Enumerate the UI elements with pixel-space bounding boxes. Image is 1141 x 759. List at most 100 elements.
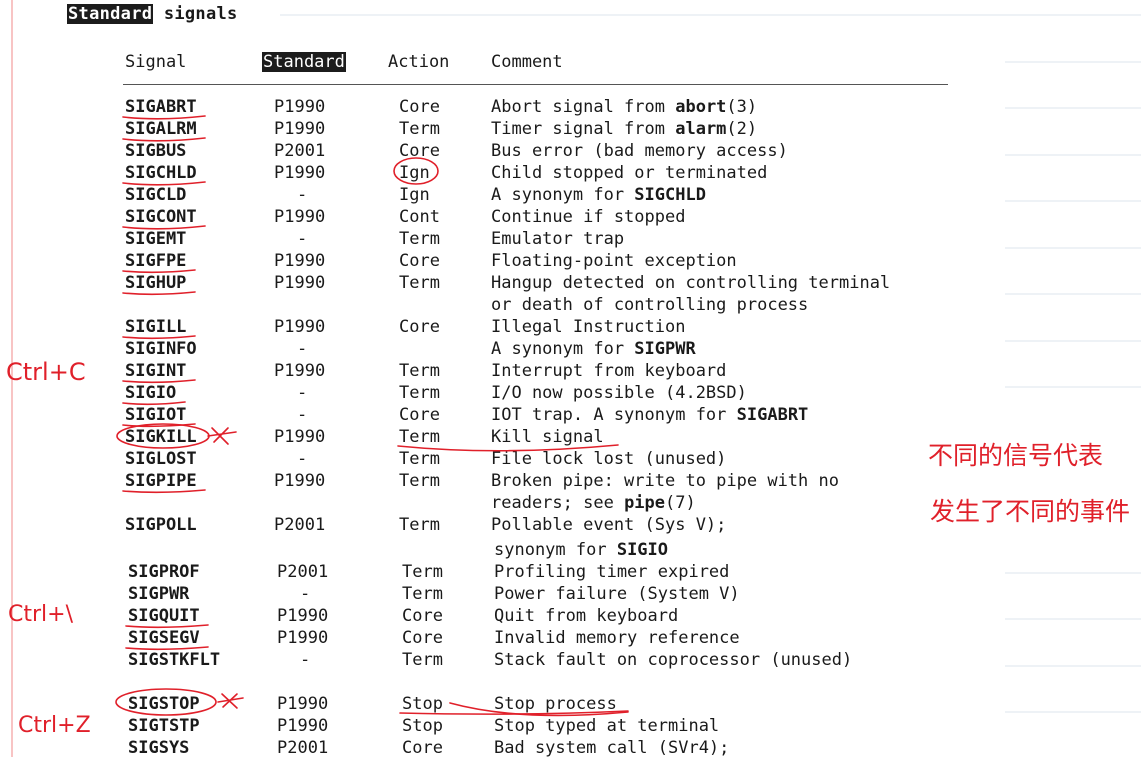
comment-text: (2) <box>726 119 758 139</box>
signal-comment: readers; see pipe(7) <box>491 492 696 514</box>
comment-text: Power failure (System V) <box>494 584 740 604</box>
signal-action: Stop <box>402 694 443 714</box>
signal-comment: Profiling timer expired <box>494 561 729 583</box>
signal-comment: Illegal Instruction <box>491 316 685 338</box>
signal-action: Term <box>399 383 440 403</box>
signal-comment: File lock lost (unused) <box>491 448 726 470</box>
signal-comment: Stack fault on coprocessor (unused) <box>494 649 852 671</box>
section-heading: Standard signals <box>67 4 238 24</box>
heading-highlight: Standard <box>67 4 154 24</box>
signal-action: Term <box>402 650 443 670</box>
signal-name: SIGEMT <box>125 229 187 249</box>
signal-comment: Stop typed at terminal <box>494 715 719 737</box>
comment-text: Kill signal <box>491 427 604 447</box>
signal-comment: or death of controlling process <box>491 294 808 316</box>
signal-comment: Broken pipe: write to pipe with no <box>491 470 839 492</box>
header-divider <box>123 84 948 85</box>
signal-action: Term <box>399 361 440 381</box>
signal-comment: Floating-point exception <box>491 250 737 272</box>
signal-name: SIGSTOP <box>128 694 200 714</box>
signal-action: Term <box>399 273 440 293</box>
signal-standard: - <box>297 185 308 205</box>
comment-text: Child stopped or terminated <box>491 163 768 183</box>
signal-standard: P2001 <box>277 738 329 758</box>
comment-text: (3) <box>726 97 758 117</box>
comment-text: (7) <box>665 493 696 513</box>
signal-name: SIGPROF <box>128 562 200 582</box>
comment-bold-ref: SIGABRT <box>736 405 809 425</box>
signal-action: Term <box>399 119 440 139</box>
comment-text: Emulator trap <box>491 229 625 249</box>
signal-comment: Emulator trap <box>491 228 624 250</box>
signal-standard: P1990 <box>277 606 329 626</box>
comment-text: Timer signal from <box>491 119 676 139</box>
signal-name: SIGTSTP <box>128 716 200 736</box>
signal-action: Core <box>399 141 440 161</box>
annotation-note-line2: 发生了不同的事件 <box>930 497 1131 526</box>
signal-action: Term <box>399 471 440 491</box>
comment-text: Hangup detected on controlling terminal <box>491 273 891 293</box>
comment-bold-ref: pipe <box>624 493 666 513</box>
signal-comment: Timer signal from alarm(2) <box>491 118 757 140</box>
comment-text: Bad system call (SVr4); <box>494 738 730 758</box>
signal-comment: Continue if stopped <box>491 206 685 228</box>
signal-standard: - <box>300 584 311 604</box>
comment-text: or death of controlling process <box>491 295 809 315</box>
comment-text: Continue if stopped <box>491 207 686 227</box>
comment-text: Floating-point exception <box>491 251 737 271</box>
comment-text: Bus error (bad memory access) <box>491 141 788 161</box>
signal-standard: P2001 <box>277 562 329 582</box>
signal-comment: Quit from keyboard <box>494 605 678 627</box>
signal-action: Ign <box>399 185 430 205</box>
signal-standard: P1990 <box>274 251 326 271</box>
annotation-ctrl-backslash: Ctrl+\ <box>8 602 73 627</box>
signal-standard: P2001 <box>274 141 326 161</box>
signal-name: SIGQUIT <box>128 606 200 626</box>
signal-action: Term <box>399 449 440 469</box>
col-header-signal: Signal <box>125 52 187 72</box>
signal-action: Term <box>402 562 443 582</box>
signal-name: SIGIO <box>125 383 177 403</box>
signal-standard: P1990 <box>274 207 326 227</box>
signal-standard: - <box>297 383 308 403</box>
signal-name: SIGPOLL <box>125 515 197 535</box>
signal-action: Core <box>402 606 443 626</box>
signal-action: Core <box>402 738 443 758</box>
signal-comment: A synonym for SIGPWR <box>491 338 696 360</box>
comment-text: Profiling timer expired <box>494 562 730 582</box>
signal-name: SIGKILL <box>125 427 197 447</box>
signal-action: Term <box>402 584 443 604</box>
comment-text: Pollable event (Sys V); <box>491 515 727 535</box>
signal-comment: IOT trap. A synonym for SIGABRT <box>491 404 808 426</box>
col-header-action: Action <box>388 52 450 72</box>
comment-text: Abort signal from <box>491 97 676 117</box>
signal-name: SIGILL <box>125 317 187 337</box>
signal-name: SIGINFO <box>125 339 197 359</box>
comment-text: Quit from keyboard <box>494 606 679 626</box>
signal-action: Core <box>399 405 440 425</box>
col-header-standard: Standard <box>262 52 346 72</box>
signal-comment: Power failure (System V) <box>494 583 740 605</box>
signal-standard: P1990 <box>277 694 329 714</box>
signal-standard: P1990 <box>274 97 326 117</box>
signal-name: SIGHUP <box>125 273 187 293</box>
signal-name: SIGFPE <box>125 251 187 271</box>
annotation-ctrl-c: Ctrl+C <box>6 358 86 386</box>
signal-standard: P1990 <box>277 716 329 736</box>
signal-name: SIGCHLD <box>125 163 197 183</box>
star-sigkill <box>207 427 237 445</box>
comment-text: Stop process <box>494 694 617 714</box>
signal-standard: - <box>297 339 308 359</box>
signal-comment: Pollable event (Sys V); <box>491 514 726 536</box>
signal-action: Core <box>399 97 440 117</box>
signal-name: SIGCLD <box>125 185 187 205</box>
comment-text: File lock lost (unused) <box>491 449 727 469</box>
signal-standard: P1990 <box>274 119 326 139</box>
comment-text: I/O now possible (4.2BSD) <box>491 383 747 403</box>
signal-comment: Child stopped or terminated <box>491 162 767 184</box>
signal-standard: - <box>297 229 308 249</box>
comment-text: Invalid memory reference <box>494 628 740 648</box>
signal-standard: P1990 <box>274 471 326 491</box>
comment-bold-ref: abort <box>675 97 727 117</box>
signal-name: SIGBUS <box>125 141 187 161</box>
